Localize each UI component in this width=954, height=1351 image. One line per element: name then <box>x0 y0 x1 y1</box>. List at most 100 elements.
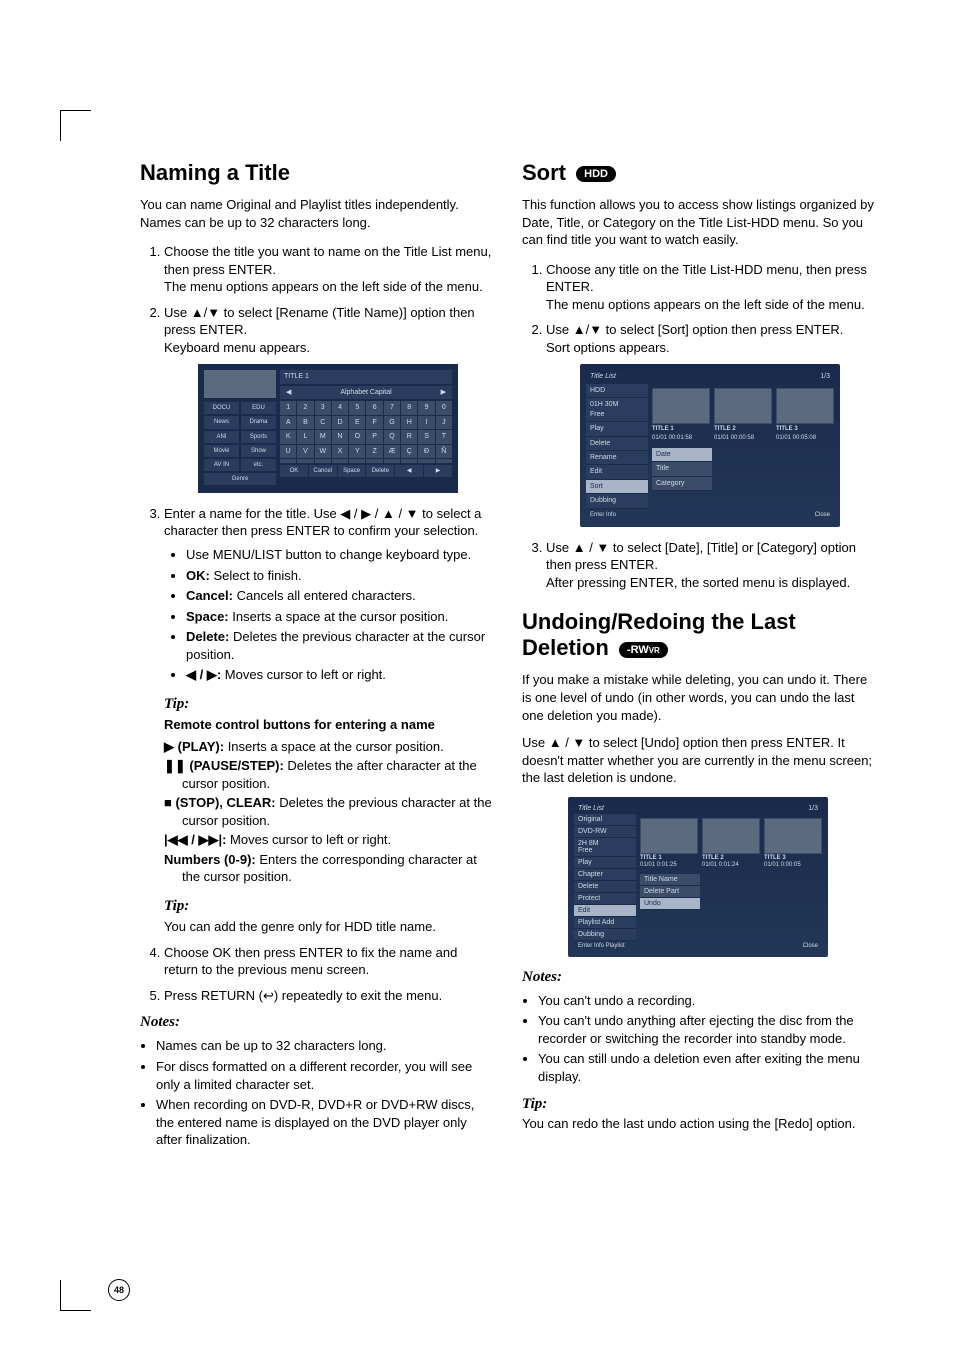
ss2-dubbing: Dubbing <box>574 929 636 941</box>
remote-num-key: Numbers (0-9): <box>164 852 256 867</box>
ss2-t3d: 01/01 0:00:05 <box>764 862 801 868</box>
naming-intro: You can name Original and Playlist title… <box>140 196 492 231</box>
naming-note-1: Names can be up to 32 characters long. <box>156 1037 492 1055</box>
remote-buttons-heading: Remote control buttons for entering a na… <box>164 716 492 734</box>
keyboard-screenshot: DOCUEDU NewsDrama ANISports MovieShow AV… <box>198 364 458 493</box>
kb-key: Z <box>366 445 382 458</box>
kb-key: B <box>297 416 313 429</box>
kb-cat: Sports <box>241 431 276 443</box>
kb-key: 3 <box>315 401 331 414</box>
remote-pause: ❚❚ (PAUSE/STEP): Deletes the after chara… <box>164 757 492 792</box>
ss2-sub-undo: Undo <box>640 898 700 910</box>
kb-key: P <box>366 430 382 443</box>
rwvr-badge: -RWVR <box>619 642 668 658</box>
undo-note-2: You can't undo anything after ejecting t… <box>538 1012 874 1047</box>
ss1-hdd: HDD <box>586 384 648 398</box>
kb-left-arrow: ◀ <box>286 388 291 397</box>
kb-cancel-val: Cancels all entered characters. <box>233 588 416 603</box>
kb-fn: ◀ <box>395 465 423 477</box>
kb-key: C <box>315 416 331 429</box>
kb-key: I <box>418 416 434 429</box>
kb-cat: Drama <box>241 416 276 428</box>
tip-genre-text: You can add the genre only for HDD title… <box>164 918 492 936</box>
sort-step3-b: After pressing ENTER, the sorted menu is… <box>546 575 850 590</box>
page-number: 48 <box>108 1279 130 1301</box>
kb-cat: EDU <box>241 402 276 414</box>
step2-text-a: Use ▲/▼ to select [Rename (Title Name)] … <box>164 305 475 338</box>
notes-label-right: Notes: <box>522 969 874 986</box>
ss1-menu-play: Play <box>586 422 648 436</box>
heading-sort: Sort HDD <box>522 160 874 186</box>
naming-step-4: Choose OK then press ENTER to fix the na… <box>164 944 492 979</box>
kb-arrow-key: ◀ / ▶: <box>186 667 221 682</box>
kb-key <box>401 459 417 463</box>
kb-fn: Space <box>338 465 366 477</box>
kb-cat: etc. <box>241 459 276 471</box>
heading-undo: Undoing/Redoing the Last Deletion -RWVR <box>522 609 874 661</box>
kb-key: A <box>280 416 296 429</box>
sort-step3-a: Use ▲ / ▼ to select [Date], [Title] or [… <box>546 540 856 573</box>
kb-cat: News <box>204 416 239 428</box>
kb-key <box>332 459 348 463</box>
ss2-foot-right: Close <box>803 943 818 949</box>
sort-step-3: Use ▲ / ▼ to select [Date], [Title] or [… <box>546 539 874 592</box>
kb-key: X <box>332 445 348 458</box>
ss2-edit: Edit <box>574 905 636 917</box>
kb-key: 9 <box>418 401 434 414</box>
ss1-free: 01H 30M Free <box>586 398 648 422</box>
remote-skip: |◀◀ / ▶▶|: Moves cursor to left or right… <box>164 831 492 849</box>
kb-key: F <box>366 416 382 429</box>
kb-key: H <box>401 416 417 429</box>
kb-mode-label: Alphabet Capital <box>340 388 391 397</box>
kb-function-row: OKCancelSpaceDelete◀▶ <box>280 465 452 477</box>
sort-screenshot: Title List 1/3 HDD 01H 30M Free Play Del… <box>580 364 840 526</box>
kb-cat: AV IN <box>204 459 239 471</box>
undo-p2: Use ▲ / ▼ to select [Undo] option then p… <box>522 734 874 787</box>
ss1-foot-right: Close <box>815 511 830 519</box>
naming-steps: Choose the title you want to name on the… <box>140 243 492 1004</box>
kb-bullet-space: Space: Inserts a space at the cursor pos… <box>186 608 492 626</box>
left-column: Naming a Title You can name Original and… <box>140 160 492 1152</box>
sort-step-1: Choose any title on the Title List-HDD m… <box>546 261 874 314</box>
ss2-sub-deletepart: Delete Part <box>640 886 700 898</box>
ss2-t2d: 01/01 0:01:24 <box>702 862 739 868</box>
sort-steps: Choose any title on the Title List-HDD m… <box>522 261 874 592</box>
kb-key: 2 <box>297 401 313 414</box>
undo-note-3: You can still undo a deletion even after… <box>538 1050 874 1085</box>
ss1-counter: 1/3 <box>820 372 830 381</box>
kb-key <box>315 459 331 463</box>
kb-fn: Cancel <box>309 465 337 477</box>
ss1-thumb-3 <box>776 388 834 424</box>
crop-mark-bottom-left <box>60 1280 91 1311</box>
naming-step-2: Use ▲/▼ to select [Rename (Title Name)] … <box>164 304 492 493</box>
kb-key: 8 <box>401 401 417 414</box>
kb-key: O <box>349 430 365 443</box>
step1-text-b: The menu options appears on the left sid… <box>164 279 483 294</box>
ss1-t2: TITLE 2 <box>714 425 736 433</box>
kb-key <box>297 459 313 463</box>
kb-delete-val: Deletes the previous character at the cu… <box>186 629 485 662</box>
naming-step-5: Press RETURN (↩) repeatedly to exit the … <box>164 987 492 1005</box>
kb-mode-row: ◀ Alphabet Capital ▶ <box>280 386 452 399</box>
kb-cat: ANI <box>204 431 239 443</box>
remote-numbers: Numbers (0-9): Enters the corresponding … <box>164 851 492 886</box>
step3-text: Enter a name for the title. Use ◀ / ▶ / … <box>164 506 481 539</box>
kb-key: K <box>280 430 296 443</box>
step1-text-a: Choose the title you want to name on the… <box>164 244 491 277</box>
kb-delete-key: Delete: <box>186 629 229 644</box>
kb-key: U <box>280 445 296 458</box>
ss2-chapter: Chapter <box>574 869 636 881</box>
kb-key: 5 <box>349 401 365 414</box>
ss1-sub-title: Title <box>652 462 712 476</box>
ss2-delete: Delete <box>574 881 636 893</box>
ss1-foot-left: Enter Info <box>590 511 616 519</box>
ss1-t1: TITLE 1 <box>652 425 674 433</box>
naming-step-1: Choose the title you want to name on the… <box>164 243 492 296</box>
right-column: Sort HDD This function allows you to acc… <box>522 160 874 1152</box>
kb-space-val: Inserts a space at the cursor position. <box>229 609 449 624</box>
kb-bullet-cancel: Cancel: Cancels all entered characters. <box>186 587 492 605</box>
kb-bullet-arrows: ◀ / ▶: Moves cursor to left or right. <box>186 666 492 684</box>
ss1-menu-delete: Delete <box>586 437 648 451</box>
remote-play: ▶ (PLAY): Inserts a space at the cursor … <box>164 738 492 756</box>
ss2-foot-left: Enter Info Playlist <box>578 943 625 949</box>
